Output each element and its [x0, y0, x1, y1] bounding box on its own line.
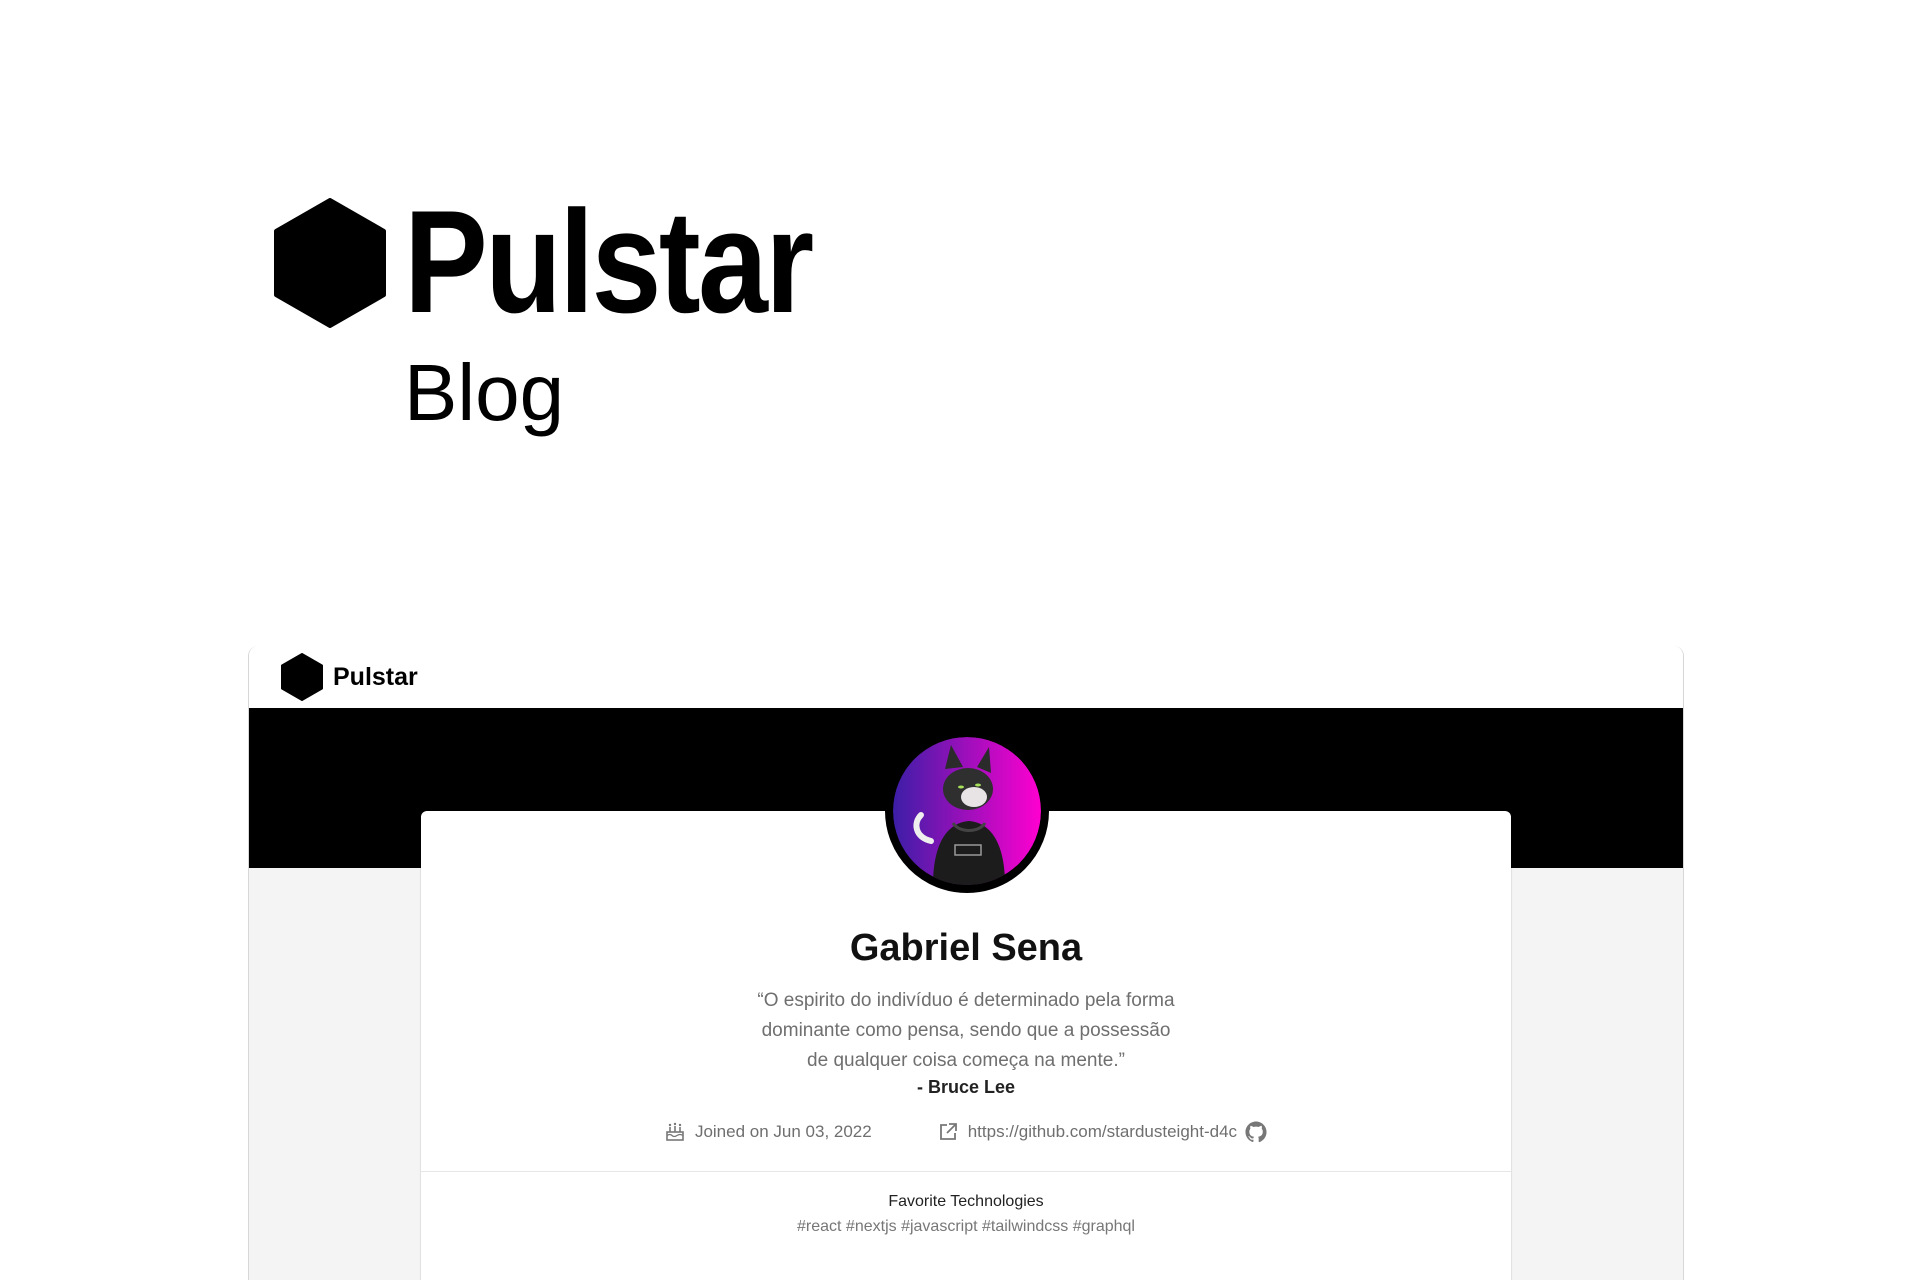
profile-name: Gabriel Sena: [849, 927, 1083, 969]
quote-author: - Bruce Lee: [916, 1077, 1016, 1097]
hero-subtitle: Blog: [404, 348, 565, 437]
github-link[interactable]: https://github.com/stardusteight-d4c: [938, 1121, 1267, 1143]
quote-line: dominante como pensa, sendo que a posses…: [761, 1020, 1171, 1041]
cake-icon: [666, 1122, 684, 1141]
technologies-title: Favorite Technologies: [888, 1193, 1044, 1210]
hexagon-logo-icon: [274, 198, 386, 328]
app-name[interactable]: Pulstar: [333, 662, 418, 692]
github-icon[interactable]: [1245, 1121, 1267, 1143]
quote-line: de qualquer coisa começa na mente.”: [807, 1050, 1125, 1071]
cat-avatar-icon: [893, 737, 1041, 885]
quote-line: “O espirito do indivíduo é determinado p…: [757, 990, 1175, 1011]
github-link-text[interactable]: https://github.com/stardusteight-d4c: [968, 1122, 1237, 1142]
app-header: Pulstar: [249, 646, 1683, 708]
hexagon-logo-icon[interactable]: [279, 652, 325, 702]
technologies-tags: #react #nextjs #javascript #tailwindcss …: [797, 1218, 1135, 1235]
profile-meta: Joined on Jun 03, 2022 https://github.co…: [421, 1117, 1511, 1147]
page: Pulstar Blog Pulstar Gabriel Sena “O esp…: [0, 0, 1920, 1280]
profile-avatar[interactable]: [885, 729, 1049, 893]
app-preview: Pulstar Gabriel Sena “O espirito do indi…: [248, 646, 1684, 1280]
card-divider: [421, 1171, 1511, 1172]
joined-date: Joined on Jun 03, 2022: [665, 1122, 872, 1142]
external-link-icon: [939, 1123, 957, 1140]
profile-quote: “O espirito do indivíduo é determinado p…: [721, 986, 1211, 1076]
joined-text: Joined on Jun 03, 2022: [694, 1122, 872, 1141]
hero-title: Pulstar: [404, 180, 814, 343]
